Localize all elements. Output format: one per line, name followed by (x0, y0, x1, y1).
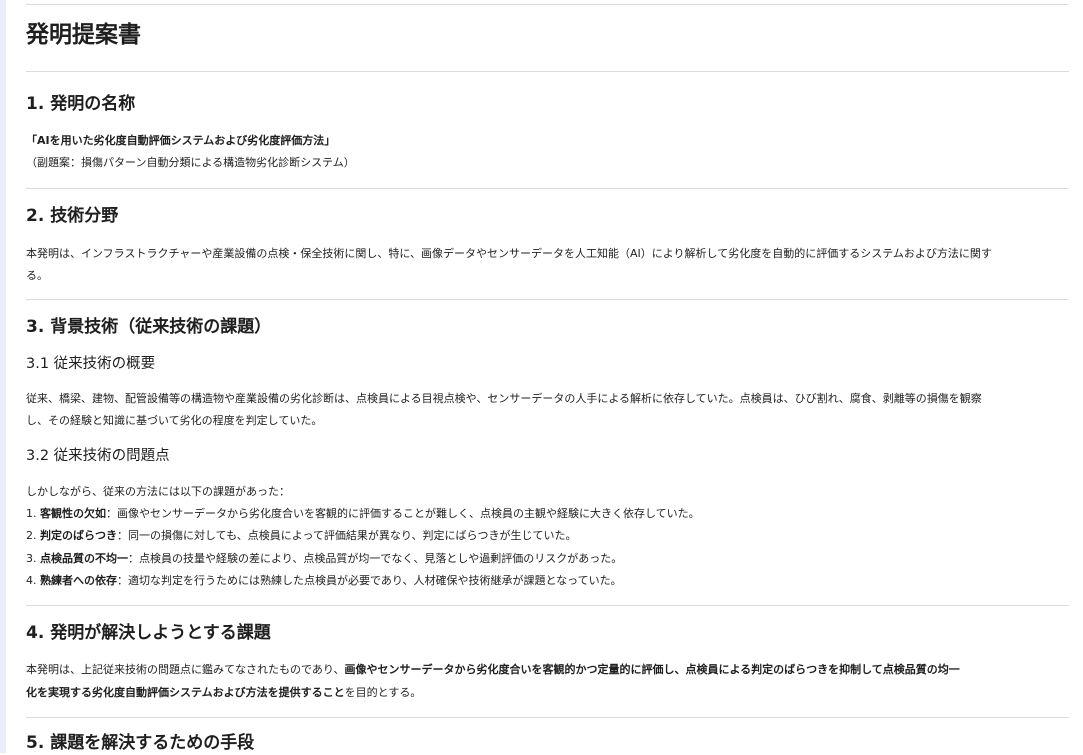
problem-text-emphasis: 化を実現する劣化度自動評価システムおよび方法を提供すること (26, 686, 345, 699)
list-item-text: ：同一の損傷に対しても、点検員によって評価結果が異なり、判定にばらつきが生じてい… (117, 529, 577, 542)
list-item-number: 1. (26, 507, 40, 520)
list-item: 1. 客観性の欠如：画像やセンサーデータから劣化度合いを客観的に評価することが難… (26, 503, 700, 525)
technical-field-text-line: る。 (26, 269, 48, 282)
section-heading-solution-means: 5. 課題を解決するための手段 (26, 733, 255, 753)
section-heading-problem-to-solve: 4. 発明が解決しようとする課題 (26, 623, 271, 643)
section-heading-background: 3. 背景技術（従来技術の課題） (26, 317, 272, 337)
background-overview-line: 従来、橋梁、建物、配管設備等の構造物や産業設備の劣化診断は、点検員による目視点検… (26, 392, 982, 405)
list-item-number: 4. (26, 574, 40, 587)
section-heading-invention-name: 1. 発明の名称 (26, 94, 136, 114)
problem-text-emphasis: 画像やセンサーデータから劣化度合いを客観的かつ定量的に評価し、点検員による判定の… (344, 663, 960, 676)
problem-text-line: 化を実現する劣化度自動評価システムおよび方法を提供することを目的とする。 (26, 682, 421, 704)
list-item-text: ：画像やセンサーデータから劣化度合いを客観的に評価することが難しく、点検員の主観… (106, 507, 700, 520)
problem-text: 本発明は、上記従来技術の問題点に鑑みてなされたものであり、 (26, 663, 345, 676)
problem-text: を目的とする。 (344, 686, 422, 699)
document-title: 発明提案書 (26, 22, 141, 48)
list-item-number: 2. (26, 529, 40, 542)
problem-text-line: 本発明は、上記従来技術の問題点に鑑みてなされたものであり、画像やセンサーデータか… (26, 659, 960, 681)
technical-field-text-line: 本発明は、インフラストラクチャーや産業設備の点検・保全技術に関し、特に、画像デー… (26, 247, 992, 260)
problems-intro: しかしながら、従来の方法には以下の課題があった： (26, 485, 290, 498)
list-item-text: ：点検員の技量や経験の差により、点検品質が均一でなく、見落としや過剰評価のリスク… (128, 552, 623, 565)
top-divider (26, 4, 1069, 5)
divider (26, 717, 1069, 718)
list-item-text: ：適切な判定を行うためには熟練した点検員が必要であり、人材確保や技術継承が課題と… (117, 574, 622, 587)
divider (26, 605, 1069, 606)
subsection-heading-problems: 3.2 従来技術の問題点 (26, 448, 170, 464)
list-item-term: 判定のばらつき (40, 529, 117, 542)
invention-subtitle: （副題案：損傷パターン自動分類による構造物劣化診断システム） (26, 156, 355, 169)
list-item-term: 熟練者への依存 (40, 574, 117, 587)
left-margin-strip (0, 0, 6, 753)
divider (26, 299, 1069, 300)
invention-name: 「AIを用いた劣化度自動評価システムおよび劣化度評価方法」 (26, 134, 336, 147)
list-item: 4. 熟練者への依存：適切な判定を行うためには熟練した点検員が必要であり、人材確… (26, 570, 622, 592)
divider (26, 188, 1069, 189)
list-item-number: 3. (26, 552, 40, 565)
section-heading-technical-field: 2. 技術分野 (26, 206, 119, 226)
divider (26, 71, 1069, 72)
list-item: 2. 判定のばらつき：同一の損傷に対しても、点検員によって評価結果が異なり、判定… (26, 525, 576, 547)
list-item: 3. 点検品質の不均一：点検員の技量や経験の差により、点検品質が均一でなく、見落… (26, 548, 622, 570)
list-item-term: 客観性の欠如 (40, 507, 106, 520)
background-overview-line: し、その経験と知識に基づいて劣化の程度を判定していた。 (26, 414, 323, 427)
list-item-term: 点検品質の不均一 (40, 552, 128, 565)
subsection-heading-overview: 3.1 従来技術の概要 (26, 356, 156, 372)
